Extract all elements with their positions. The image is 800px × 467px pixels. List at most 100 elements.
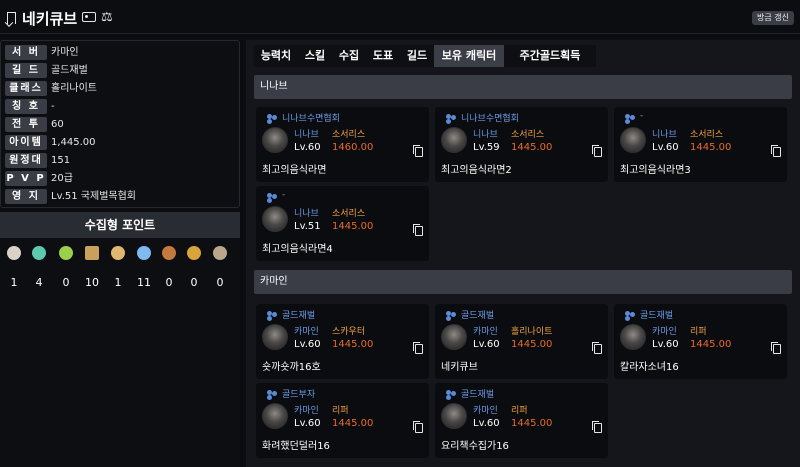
- guild-icon: [266, 390, 278, 399]
- tab-weekly-gold[interactable]: 주간골드획득: [504, 45, 596, 67]
- server-name: 카마인: [294, 327, 319, 337]
- copy-icon[interactable]: [592, 145, 602, 157]
- collection-item[interactable]: 0: [182, 246, 206, 296]
- copy-icon[interactable]: [771, 145, 781, 157]
- character-name: 네키큐브: [441, 362, 478, 373]
- server-section-header: 카마인: [254, 270, 792, 294]
- tab-chart[interactable]: 도표: [366, 45, 400, 67]
- character-name: 최고의음식라면2: [441, 165, 512, 176]
- server-name: 카마인: [473, 406, 498, 416]
- copy-icon[interactable]: [771, 342, 781, 354]
- avatar: [620, 127, 646, 153]
- character-card[interactable]: 니나브수면협회 니나브 소서리스 Lv.60 1460.00 최고의음식라면: [256, 107, 429, 182]
- guild-name: -: [640, 111, 644, 121]
- profile-card-icon[interactable]: [82, 12, 96, 22]
- copy-icon[interactable]: [592, 421, 602, 433]
- guild-name: 골드재벌: [282, 311, 316, 321]
- copy-icon[interactable]: [592, 342, 602, 354]
- character-card[interactable]: 골드재벌 카마인 홀리나이트 Lv.60 1445.00 네키큐브: [435, 304, 608, 379]
- tab-guild[interactable]: 길드: [400, 45, 434, 67]
- info-label: 칭 호: [5, 99, 47, 114]
- mokoko-seed-icon: [7, 246, 21, 260]
- tab-owned-characters[interactable]: 보유 캐릭터: [434, 45, 504, 67]
- island-heart-icon: [32, 246, 46, 260]
- character-name: 최고의음식라면4: [262, 244, 333, 255]
- class-name: 소서리스: [511, 130, 545, 140]
- guild-name: 골드재벌: [640, 311, 674, 321]
- guild-name: 니나브수면협회: [282, 114, 340, 124]
- guild-icon: [266, 193, 278, 202]
- server-name: 니나브: [294, 130, 319, 140]
- avatar: [620, 324, 646, 350]
- collection-item[interactable]: 0: [157, 246, 181, 296]
- level: Lv.60: [294, 339, 321, 350]
- character-card[interactable]: 골드부자 카마인 리퍼 Lv.60 1445.00 화려했던덜러16: [256, 383, 429, 458]
- info-label: 전 투: [5, 117, 47, 132]
- info-label: 클래스: [5, 81, 47, 96]
- class-name: 리퍼: [332, 406, 349, 416]
- guild-name: 골드부자: [282, 390, 316, 400]
- guild-name: -: [282, 190, 286, 200]
- server-name: 니나브: [652, 130, 677, 140]
- character-name: 최고의음식라면3: [620, 165, 691, 176]
- info-value: 골드재벌: [51, 65, 88, 76]
- collection-item[interactable]: 1: [106, 246, 130, 296]
- avatar: [441, 403, 467, 429]
- info-value: 60: [51, 119, 64, 130]
- collection-item[interactable]: 11: [132, 246, 156, 296]
- collection-item[interactable]: 10: [80, 246, 104, 296]
- collection-item[interactable]: 0: [208, 246, 232, 296]
- class-name: 리퍼: [690, 327, 707, 337]
- main-panel: 능력치 스킬 수집 도표 길드 보유 캐릭터 주간골드획득 니나브 니나브수면협…: [246, 40, 800, 467]
- item-level: 1460.00: [332, 142, 374, 153]
- avatar: [262, 403, 288, 429]
- class-name: 홀리나이트: [511, 327, 553, 337]
- character-name: 칼라자소녀16: [620, 362, 679, 373]
- character-card[interactable]: 골드재벌 카마인 리퍼 Lv.60 1445.00 요리책수집가16: [435, 383, 608, 458]
- tab-collection[interactable]: 수집: [332, 45, 366, 67]
- guild-name: 니나브수면협회: [461, 114, 519, 124]
- collection-item[interactable]: 1: [2, 246, 26, 296]
- item-level: 1445.00: [332, 418, 374, 429]
- item-level: 1445.00: [511, 418, 553, 429]
- collection-count: 4: [35, 276, 43, 289]
- guild-icon: [266, 311, 278, 320]
- copy-icon[interactable]: [413, 421, 423, 433]
- item-level: 1445.00: [690, 142, 732, 153]
- bookmark-icon[interactable]: [7, 12, 16, 24]
- character-card[interactable]: 니나브수면협회 니나브 소서리스 Lv.59 1445.00 최고의음식라면2: [435, 107, 608, 182]
- world-tree-leaf-icon: [59, 246, 73, 260]
- character-card[interactable]: 골드재벌 카마인 리퍼 Lv.60 1445.00 칼라자소녀16: [614, 304, 787, 379]
- info-label: P V P: [5, 171, 47, 186]
- avatar: [262, 206, 288, 232]
- character-name: 요리책수집가16: [441, 441, 509, 452]
- collection-count: 11: [137, 276, 151, 289]
- character-card[interactable]: - 니나브 소서리스 Lv.51 1445.00 최고의음식라면4: [256, 186, 429, 261]
- item-level: 1445.00: [690, 339, 732, 350]
- class-name: 소서리스: [332, 209, 366, 219]
- collection-item[interactable]: 4: [27, 246, 51, 296]
- copy-icon[interactable]: [413, 145, 423, 157]
- guild-icon: [266, 114, 278, 123]
- info-value: 카마인: [51, 47, 79, 58]
- copy-icon[interactable]: [413, 224, 423, 236]
- masterpiece-icon: [187, 246, 201, 260]
- class-name: 소서리스: [690, 130, 724, 140]
- collection-points-panel: 수집형 포인트 1 4 0 10 1 11 0 0 0: [0, 212, 240, 467]
- character-card[interactable]: 골드재벌 카마인 스카우터 Lv.60 1445.00 숏까숏까16호: [256, 304, 429, 379]
- refresh-button[interactable]: 방금 갱신: [752, 11, 794, 25]
- info-value: Lv.51 국제벌목협회: [51, 191, 136, 202]
- tab-skills[interactable]: 스킬: [298, 45, 332, 67]
- level: Lv.51: [294, 221, 321, 232]
- copy-icon[interactable]: [413, 342, 423, 354]
- server-name: 카마인: [473, 327, 498, 337]
- info-value: 1,445.00: [51, 137, 96, 148]
- collection-item[interactable]: 0: [54, 246, 78, 296]
- item-level: 1445.00: [511, 142, 553, 153]
- compare-scale-icon[interactable]: ⚖: [101, 10, 113, 25]
- collection-count: 10: [85, 276, 99, 289]
- guild-icon: [445, 311, 457, 320]
- tab-stats[interactable]: 능력치: [254, 45, 298, 67]
- collection-count: 0: [165, 276, 173, 289]
- character-card[interactable]: - 니나브 소서리스 Lv.60 1445.00 최고의음식라면3: [614, 107, 787, 182]
